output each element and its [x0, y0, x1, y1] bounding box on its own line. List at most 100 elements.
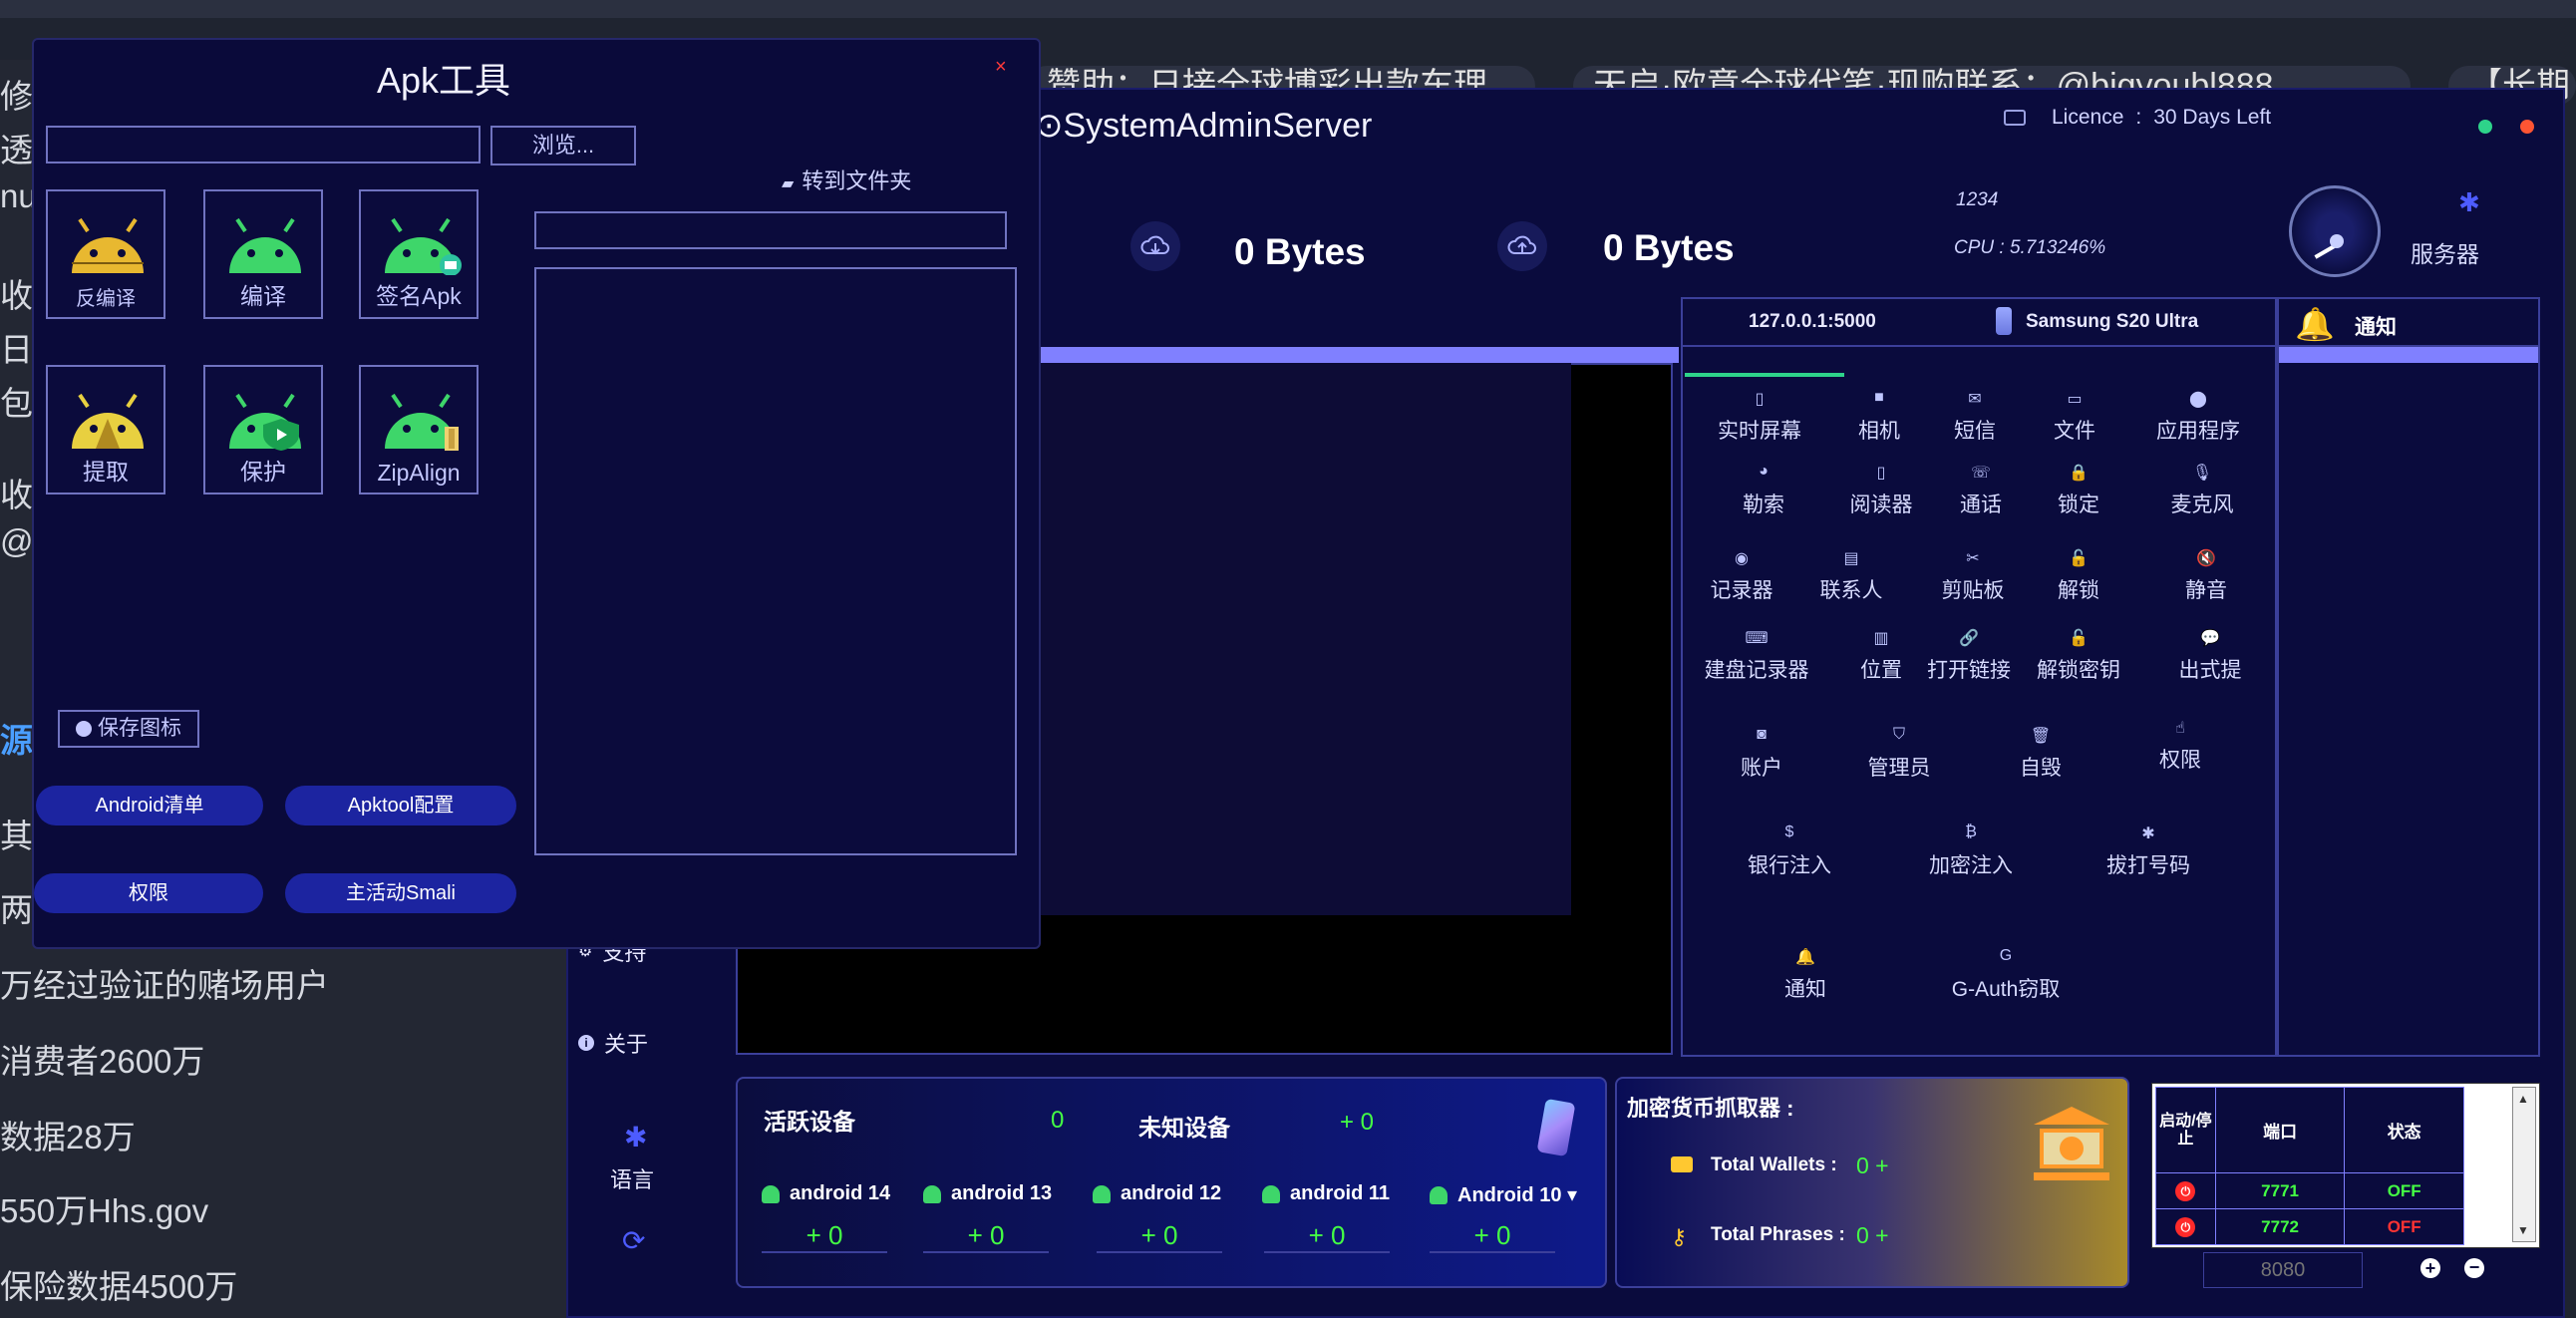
btn-sms[interactable]: ✉ 短信	[1920, 389, 2030, 445]
apk-output-input[interactable]	[534, 211, 1007, 249]
btn-admin[interactable]: ⛉ 管理员	[1844, 726, 1954, 782]
bank-building-icon	[2034, 1107, 2109, 1186]
apk-log-area[interactable]	[534, 267, 1017, 855]
tool-zipalign[interactable]: ZipAlign	[359, 365, 479, 494]
cpu-gauge	[2289, 185, 2381, 277]
active-label: 活跃设备	[764, 1109, 855, 1135]
port-input[interactable]	[2203, 1252, 2363, 1288]
device-address: 127.0.0.1:5000	[1749, 311, 1876, 332]
btn-notifications[interactable]: 🔔 通知	[1751, 947, 1860, 1003]
btn-prompt[interactable]: 💬 出式提	[2157, 628, 2263, 684]
tool-compile[interactable]: 编译	[203, 189, 323, 319]
android-icon	[762, 1184, 780, 1203]
btn-unlock-key[interactable]: 🔓 解锁密钥	[2024, 628, 2133, 684]
apktool-config-button[interactable]: Apktool配置	[285, 786, 516, 825]
ransom-icon: ◕	[1759, 463, 1769, 480]
btn-permissions[interactable]: ☝ 权限	[2125, 718, 2235, 774]
nav-language[interactable]: 语言	[610, 1162, 654, 1194]
bell-icon: 🔔	[2295, 306, 2335, 342]
bg-line: 其	[0, 818, 33, 854]
remove-port-icon[interactable]: −	[2464, 1258, 2484, 1278]
port-scrollbar[interactable]: ▲ ▼	[2512, 1087, 2536, 1242]
bg-line: 数据28万	[0, 1119, 136, 1155]
btn-camera[interactable]: ■ 相机	[1824, 389, 1934, 445]
bg-line: 保险数据4500万	[0, 1268, 238, 1305]
add-port-icon[interactable]: +	[2420, 1258, 2440, 1278]
status-dot-green[interactable]	[2478, 120, 2492, 134]
language-gear-icon[interactable]: ✱	[624, 1121, 647, 1153]
btn-contacts[interactable]: ▤ 联系人	[1796, 548, 1906, 604]
tool-extract[interactable]: 提取	[46, 365, 165, 494]
key-icon: ⚷	[1671, 1224, 1688, 1249]
btn-keylogger[interactable]: ⌨ 建盘记录器	[1701, 628, 1812, 684]
power-button-icon[interactable]: ⏻	[2155, 1172, 2216, 1209]
android-sign-icon	[385, 217, 462, 275]
btn-recorder[interactable]: ◉ 记录器	[1687, 548, 1796, 604]
btn-self-destruct[interactable]: 🗑 自毁	[1986, 726, 2095, 782]
cpu-id: 1234	[1956, 189, 1999, 210]
apk-path-input[interactable]	[46, 126, 481, 164]
count-android14: + 0	[762, 1220, 887, 1253]
upload-bytes: 0 Bytes	[1603, 227, 1735, 268]
count-android10: + 0	[1430, 1220, 1555, 1253]
btn-calls[interactable]: ☏ 通话	[1926, 463, 2036, 518]
scissors-icon: ✂	[1966, 550, 1980, 567]
version-android11: android 11	[1262, 1182, 1390, 1205]
version-android13: android 13	[923, 1182, 1052, 1205]
tool-sign-apk[interactable]: 签名Apk	[359, 189, 479, 319]
nav-about[interactable]: i 关于	[578, 1027, 648, 1059]
btn-clipboard[interactable]: ✂ 剪贴板	[1918, 548, 2028, 604]
scroll-down-icon[interactable]: ▼	[2517, 1223, 2529, 1237]
close-dot-icon[interactable]	[2520, 120, 2534, 134]
google-icon: G	[1999, 947, 2013, 964]
unknown-label: 未知设备	[1138, 1115, 1230, 1141]
tool-decompile[interactable]: 反编译	[46, 189, 165, 319]
tool-label: 编译	[240, 283, 286, 309]
version-android10-dropdown[interactable]: Android 10 ▾	[1430, 1182, 1577, 1207]
btn-live-screen[interactable]: ▯ 实时屏幕	[1705, 389, 1814, 445]
tool-protect[interactable]: 保护	[203, 365, 323, 494]
btn-lock[interactable]: 🔒 锁定	[2024, 463, 2133, 518]
btn-open-link[interactable]: 🔗 打开链接	[1914, 628, 2024, 684]
server-label[interactable]: 服务器	[2411, 235, 2479, 269]
btn-reader[interactable]: ▯ 阅读器	[1826, 463, 1936, 518]
power-button-icon[interactable]: ⏻	[2155, 1208, 2216, 1245]
id-card-icon	[2004, 110, 2026, 126]
main-activity-smali-button[interactable]: 主活动Smali	[285, 873, 516, 913]
android-manifest-button[interactable]: Android清单	[36, 786, 263, 825]
btn-dial-number[interactable]: ✱ 拔打号码	[2093, 824, 2203, 879]
scroll-up-icon[interactable]: ▲	[2517, 1092, 2529, 1106]
screen-icon: ▯	[1755, 391, 1765, 408]
btn-ransom[interactable]: ◕ 勒索	[1709, 463, 1818, 518]
permissions-button[interactable]: 权限	[34, 873, 263, 913]
bg-line: 消费者2600万	[0, 1043, 205, 1080]
save-icon-button[interactable]: 保存图标	[58, 710, 199, 748]
header-status: 状态	[2344, 1087, 2464, 1173]
chat-icon: 💬	[2200, 630, 2220, 647]
active-value: 0	[1051, 1107, 1065, 1134]
goto-folder-button[interactable]: ▰ 转到文件夹	[782, 164, 911, 195]
close-icon[interactable]: ×	[995, 56, 1007, 79]
device-model: Samsung S20 Ultra	[2026, 311, 2199, 332]
microphone-icon: 🎙	[2191, 465, 2213, 482]
btn-accounts[interactable]: ◙ 账户	[1707, 726, 1816, 782]
btn-bank-inject[interactable]: $ 银行注入	[1735, 824, 1844, 879]
btn-files[interactable]: ▭ 文件	[2020, 389, 2129, 445]
btn-unlock[interactable]: 🔓 解锁	[2024, 548, 2133, 604]
refresh-icon[interactable]: ⟳	[622, 1224, 645, 1257]
server-gear-icon[interactable]: ✱	[2458, 187, 2480, 218]
folder-open-icon: ▰	[782, 175, 795, 192]
browse-button[interactable]: 浏览...	[490, 126, 636, 165]
port-table: 启动/停止 端口 状态 ⏻ 7771 OFF ⏻ 7772 OFF	[2155, 1087, 2464, 1245]
btn-gauth-steal[interactable]: G G-Auth窃取	[1936, 947, 2076, 1003]
android-green-icon	[229, 217, 301, 273]
btn-microphone[interactable]: 🎙 麦克风	[2147, 463, 2257, 518]
android-icon	[1430, 1185, 1448, 1204]
btn-mute[interactable]: 🔇 静音	[2151, 548, 2261, 604]
count-android11: + 0	[1264, 1220, 1390, 1253]
btn-crypto-inject[interactable]: ₿ 加密注入	[1916, 824, 2026, 879]
tool-label: ZipAlign	[377, 460, 461, 486]
licence-value: 30 Days Left	[2153, 106, 2272, 129]
btn-apps[interactable]: ⬤ 应用程序	[2143, 389, 2253, 445]
version-android12: android 12	[1093, 1182, 1221, 1205]
